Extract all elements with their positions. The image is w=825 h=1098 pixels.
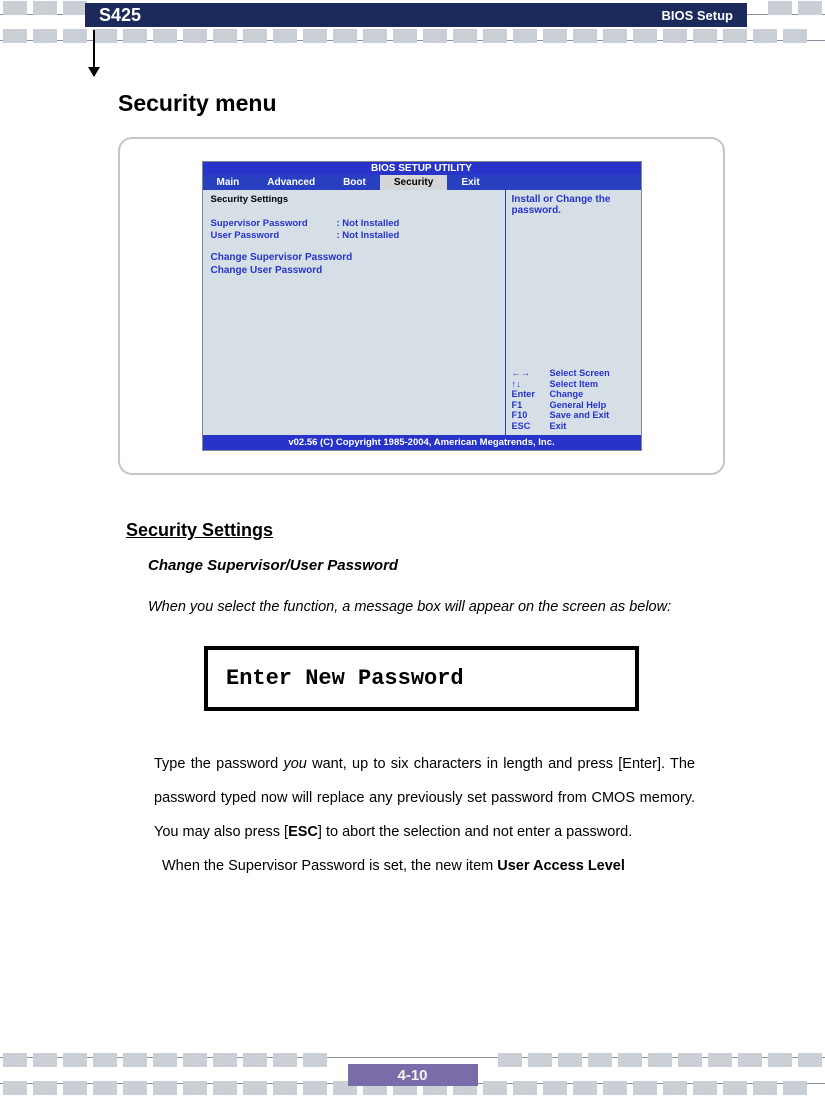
body-paragraph-1: Type the password you want, up to six ch… [154, 747, 695, 849]
bios-key: ↑↓ [512, 379, 544, 389]
bios-tab-security[interactable]: Security [380, 175, 447, 190]
bios-action: Exit [550, 421, 567, 431]
bios-action: Change [550, 389, 584, 399]
body-paragraph-2: When the Supervisor Password is set, the… [162, 849, 695, 883]
bios-key: ←→ [512, 368, 544, 378]
bios-tab-exit[interactable]: Exit [447, 175, 493, 190]
bios-right-panel: Install or Change the password. ←→ Select… [506, 190, 641, 435]
bios-link-change-supervisor[interactable]: Change Supervisor Password [211, 252, 497, 263]
section-heading-security-settings: Security Settings [126, 520, 725, 541]
bios-action: Select Item [550, 379, 599, 389]
bios-row-value: : Not Installed [337, 218, 400, 229]
bios-row-supervisor: Supervisor Password : Not Installed [211, 218, 497, 229]
arrow-down-icon [93, 30, 95, 76]
bios-screenshot-frame: BIOS SETUP UTILITY Main Advanced Boot Se… [118, 137, 725, 475]
section-label: BIOS Setup [661, 8, 733, 23]
bios-key: F1 [512, 400, 544, 410]
bios-action: General Help [550, 400, 607, 410]
bios-key: ESC [512, 421, 544, 431]
bios-tab-boot[interactable]: Boot [329, 175, 380, 190]
bios-row-user: User Password : Not Installed [211, 230, 497, 241]
bios-action: Select Screen [550, 368, 610, 378]
page-number: 4-10 [348, 1064, 478, 1086]
bios-title-bar: BIOS SETUP UTILITY [203, 162, 641, 175]
bios-section-title: Security Settings [211, 194, 497, 205]
bios-key: Enter [512, 389, 544, 399]
enter-password-box: Enter New Password [204, 646, 639, 711]
bios-footer: v02.56 (C) Copyright 1985-2004, American… [203, 435, 641, 450]
bios-setup-screen: BIOS SETUP UTILITY Main Advanced Boot Se… [202, 161, 642, 451]
page-header: S425 BIOS Setup [85, 3, 747, 27]
intro-paragraph: When you select the function, a message … [148, 590, 695, 624]
bios-tab-advanced[interactable]: Advanced [253, 175, 329, 190]
bios-key: F10 [512, 410, 544, 420]
bios-tab-main[interactable]: Main [203, 175, 254, 190]
bios-link-change-user[interactable]: Change User Password [211, 265, 497, 276]
bios-row-label: User Password [211, 230, 331, 241]
bios-row-value: : Not Installed [337, 230, 400, 241]
bios-left-panel: Security Settings Supervisor Password : … [203, 190, 506, 435]
bios-tab-bar: Main Advanced Boot Security Exit [203, 175, 641, 190]
bios-action: Save and Exit [550, 410, 610, 420]
model-label: S425 [99, 5, 141, 26]
bios-row-label: Supervisor Password [211, 218, 331, 229]
bios-help-text: Install or Change the password. [512, 194, 635, 216]
page-title: Security menu [118, 90, 725, 117]
subsection-heading-change-password: Change Supervisor/User Password [148, 557, 725, 574]
bios-nav-help: ←→ Select Screen ↑↓ Select Item Enter Chang… [512, 368, 635, 432]
